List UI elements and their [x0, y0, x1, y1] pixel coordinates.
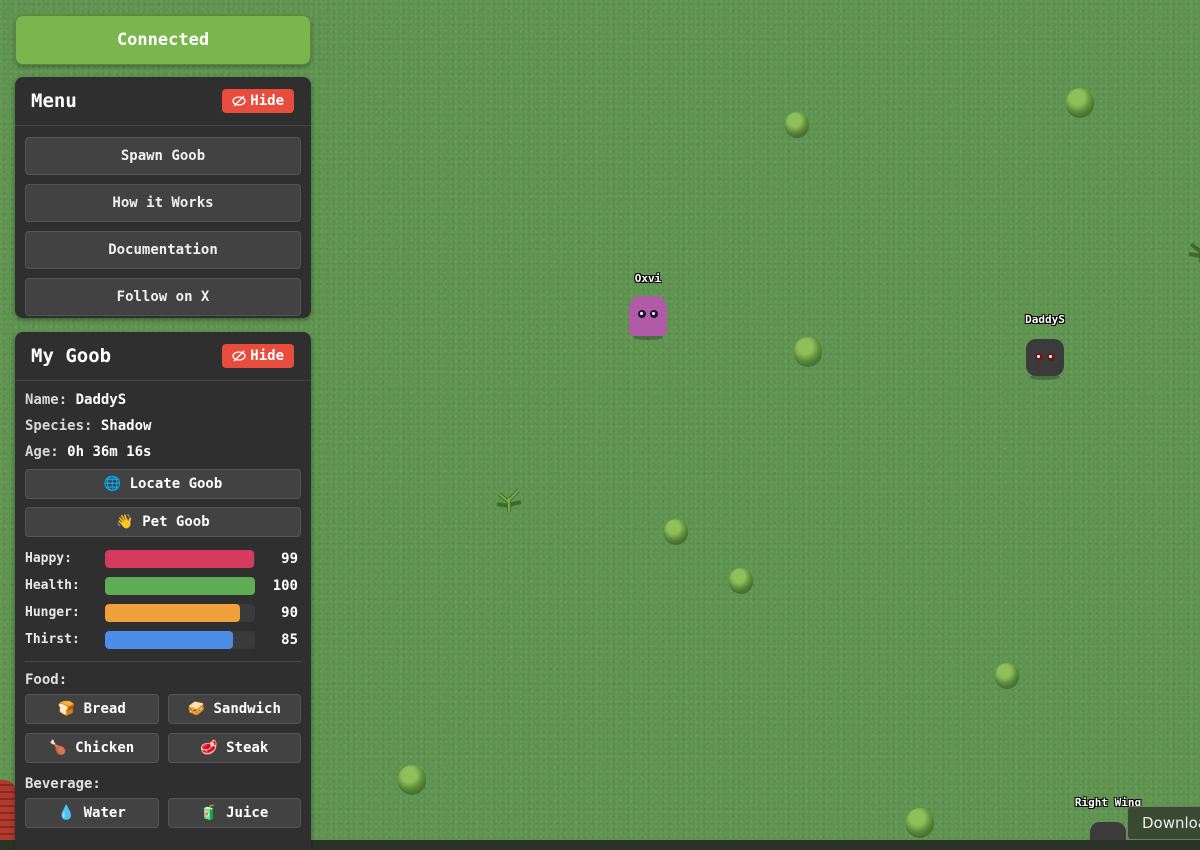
goob-character[interactable] — [1026, 339, 1064, 376]
pet-goob-label: Pet Goob — [142, 514, 210, 530]
species-key: Species: — [25, 418, 93, 434]
my-goob-panel-header: My Goob Hide — [15, 332, 311, 381]
house-roof — [0, 780, 16, 840]
follow-on-x-button[interactable]: Follow on X — [25, 278, 301, 316]
bush — [398, 765, 426, 793]
connection-status-button[interactable]: Connected — [15, 15, 311, 65]
stat-label: Health: — [25, 578, 80, 593]
goob-name-label: DaddyS — [1025, 313, 1065, 326]
stat-bar-fill — [105, 549, 254, 568]
goob-name-value: DaddyS — [75, 392, 127, 408]
goob-age-row: Age: 0h 36m 16s — [15, 439, 311, 465]
menu-title: Menu — [31, 90, 77, 112]
stats-list: Happy: 99 Health: 100 Hunger: 90 Thirst: 85 — [15, 545, 311, 653]
my-goob-title: My Goob — [31, 345, 112, 367]
bread-label: Bread — [83, 701, 126, 717]
eye-slash-icon — [232, 350, 246, 362]
bread-icon: 🍞 — [57, 701, 76, 717]
water-drop-icon: 💧 — [57, 805, 76, 821]
download-tooltip: Download — [1127, 806, 1200, 840]
chicken-label: Chicken — [75, 740, 135, 756]
juice-bottle-icon: 🧃 — [200, 805, 218, 821]
beverage-row: 💧 Water 🧃 Juice — [15, 798, 311, 828]
stat-bar-track — [105, 630, 255, 649]
sandwich-button[interactable]: 🥪 Sandwich — [167, 694, 301, 724]
sandwich-label: Sandwich — [213, 701, 281, 717]
stat-bar-track — [105, 549, 255, 568]
eye-icon — [650, 310, 658, 318]
bread-button[interactable]: 🍞 Bread — [25, 694, 159, 724]
beverage-section-label: Beverage: — [25, 776, 101, 792]
bush — [1066, 88, 1094, 116]
stat-row: Happy: 99 — [15, 545, 311, 572]
stat-bar-track — [105, 603, 255, 622]
eye-slash-icon — [232, 95, 246, 107]
bush — [785, 112, 809, 136]
water-label: Water — [83, 805, 126, 821]
food-row: 🍗 Chicken 🥩 Steak — [15, 733, 311, 763]
menu-panel-header: Menu Hide — [15, 77, 311, 126]
stat-bar-fill — [105, 576, 255, 595]
goob-species-value: Shadow — [100, 418, 152, 434]
spawn-goob-button[interactable]: Spawn Goob — [25, 137, 301, 175]
stat-row: Health: 100 — [15, 572, 311, 599]
goob-name-label: Oxvi — [634, 272, 662, 285]
bush — [906, 808, 934, 836]
name-key: Name: — [25, 392, 68, 408]
stat-label: Happy: — [25, 551, 72, 566]
goob-name-row: Name: DaddyS — [15, 387, 311, 413]
stat-value: 90 — [281, 604, 298, 621]
bush — [794, 337, 822, 365]
stat-value: 99 — [281, 550, 298, 567]
bush — [664, 519, 688, 543]
stat-row: Hunger: 90 — [15, 599, 311, 626]
goob-character[interactable] — [629, 296, 667, 336]
steak-icon: 🥩 — [200, 740, 218, 756]
globe-icon: 🌐 — [103, 476, 122, 492]
how-it-works-button[interactable]: How it Works — [25, 184, 301, 222]
age-key: Age: — [25, 444, 59, 460]
menu-hide-button[interactable]: Hide — [222, 89, 294, 113]
goob-age-value: 0h 36m 16s — [67, 444, 152, 460]
my-goob-panel: My Goob Hide Name: DaddyS Species: Shado… — [15, 332, 311, 850]
weed-plant-icon — [496, 488, 522, 512]
stat-value: 85 — [281, 631, 298, 648]
food-row: 🍞 Bread 🥪 Sandwich — [15, 694, 311, 724]
stat-bar-fill — [105, 603, 240, 622]
locate-goob-button[interactable]: 🌐 Locate Goob — [25, 469, 301, 499]
stat-bar-fill — [105, 630, 233, 649]
locate-goob-label: Locate Goob — [129, 476, 223, 492]
waving-hand-icon: 👋 — [116, 514, 134, 530]
chicken-button[interactable]: 🍗 Chicken — [25, 733, 159, 763]
juice-button[interactable]: 🧃 Juice — [167, 798, 301, 828]
pet-goob-button[interactable]: 👋 Pet Goob — [25, 507, 301, 537]
juice-label: Juice — [226, 805, 269, 821]
chicken-leg-icon: 🍗 — [49, 740, 67, 756]
documentation-button[interactable]: Documentation — [25, 231, 301, 269]
stat-label: Thirst: — [25, 632, 80, 647]
bush — [995, 663, 1019, 687]
food-section-label: Food: — [25, 672, 68, 688]
stat-label: Hunger: — [25, 605, 80, 620]
eye-icon — [1047, 353, 1055, 361]
steak-button[interactable]: 🥩 Steak — [167, 733, 301, 763]
menu-panel: Menu Hide Spawn Goob How it Works Docume… — [15, 77, 311, 318]
water-button[interactable]: 💧 Water — [25, 798, 159, 828]
steak-label: Steak — [226, 740, 269, 756]
stat-bar-track — [105, 576, 255, 595]
eye-icon — [1035, 353, 1043, 361]
menu-hide-label: Hide — [250, 93, 284, 109]
my-goob-hide-label: Hide — [250, 348, 284, 364]
bush — [729, 568, 753, 592]
my-goob-hide-button[interactable]: Hide — [222, 344, 294, 368]
eye-icon — [638, 310, 646, 318]
sandwich-icon: 🥪 — [187, 701, 206, 717]
stat-row: Thirst: 85 — [15, 626, 311, 653]
divider — [25, 661, 301, 662]
weed-plant-icon — [1188, 242, 1200, 262]
stat-value: 100 — [272, 577, 298, 594]
goob-species-row: Species: Shadow — [15, 413, 311, 439]
